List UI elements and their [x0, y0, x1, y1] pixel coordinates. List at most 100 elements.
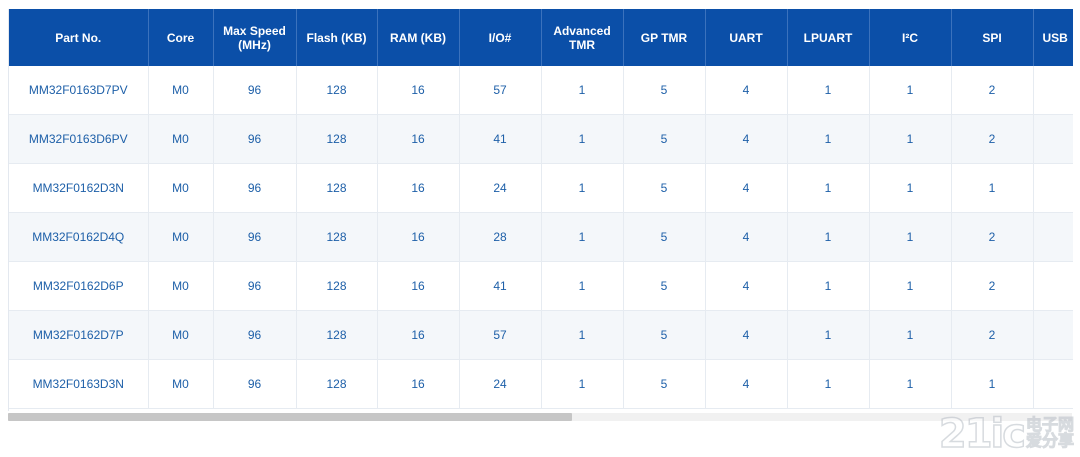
cell-spi: 2	[951, 115, 1033, 164]
cell-io: 24	[459, 164, 541, 213]
spec-table-viewport[interactable]: Part No. Core Max Speed (MHz) Flash (KB)…	[8, 9, 1073, 411]
cell-part-no: MM32F0162D4Q	[9, 213, 148, 262]
cell-spi: 1	[951, 360, 1033, 409]
cell-advanced-tmr: 1	[541, 360, 623, 409]
header-max-speed: Max Speed (MHz)	[213, 9, 296, 66]
cell-uart: 4	[705, 115, 787, 164]
cell-flash: 128	[296, 311, 377, 360]
cell-flash: 128	[296, 66, 377, 115]
cell-i2c: 1	[869, 262, 951, 311]
cell-usb	[1033, 115, 1073, 164]
site-watermark: 21ic 电子网 爱分享	[939, 414, 1074, 454]
cell-lpuart: 1	[787, 262, 869, 311]
cell-advanced-tmr: 1	[541, 262, 623, 311]
cell-part-no: MM32F0163D7PV	[9, 66, 148, 115]
cell-i2c: 1	[869, 311, 951, 360]
cell-max-speed: 96	[213, 66, 296, 115]
cell-lpuart: 1	[787, 311, 869, 360]
cell-core: M0	[148, 164, 213, 213]
cell-usb	[1033, 66, 1073, 115]
cell-max-speed: 96	[213, 262, 296, 311]
cell-i2c: 1	[869, 360, 951, 409]
cell-usb	[1033, 262, 1073, 311]
cell-usb	[1033, 360, 1073, 409]
header-uart: UART	[705, 9, 787, 66]
table-row: MM32F0162D3NM0961281624154111	[9, 164, 1073, 213]
cell-lpuart: 1	[787, 360, 869, 409]
table-row: MM32F0162D4QM0961281628154112	[9, 213, 1073, 262]
cell-usb	[1033, 311, 1073, 360]
cell-gp-tmr: 5	[623, 115, 705, 164]
cell-gp-tmr: 5	[623, 360, 705, 409]
cell-advanced-tmr: 1	[541, 164, 623, 213]
cell-ram: 16	[377, 213, 459, 262]
table-header-row: Part No. Core Max Speed (MHz) Flash (KB)…	[9, 9, 1073, 66]
cell-part-no: MM32F0163D3N	[9, 360, 148, 409]
cell-io: 57	[459, 66, 541, 115]
cell-ram: 16	[377, 311, 459, 360]
header-ram: RAM (KB)	[377, 9, 459, 66]
cell-lpuart: 1	[787, 66, 869, 115]
header-part-no: Part No.	[9, 9, 148, 66]
table-row: MM32F0163D7PVM0961281657154112	[9, 66, 1073, 115]
cell-advanced-tmr: 1	[541, 213, 623, 262]
cell-core: M0	[148, 213, 213, 262]
cell-ram: 16	[377, 360, 459, 409]
cell-flash: 128	[296, 164, 377, 213]
cell-gp-tmr: 5	[623, 262, 705, 311]
cell-part-no: MM32F0162D6P	[9, 262, 148, 311]
cell-max-speed: 96	[213, 360, 296, 409]
table-row: MM32F0163D3NM0961281624154111	[9, 360, 1073, 409]
cell-spi: 2	[951, 311, 1033, 360]
cell-advanced-tmr: 1	[541, 311, 623, 360]
header-i2c: I²C	[869, 9, 951, 66]
cell-gp-tmr: 5	[623, 213, 705, 262]
cell-ram: 16	[377, 262, 459, 311]
cell-uart: 4	[705, 164, 787, 213]
cell-max-speed: 96	[213, 115, 296, 164]
cell-usb	[1033, 213, 1073, 262]
cell-io: 41	[459, 262, 541, 311]
cell-flash: 128	[296, 262, 377, 311]
cell-core: M0	[148, 115, 213, 164]
cell-part-no: MM32F0162D3N	[9, 164, 148, 213]
cell-ram: 16	[377, 164, 459, 213]
cell-part-no: MM32F0163D6PV	[9, 115, 148, 164]
scrollbar-thumb[interactable]	[8, 413, 572, 421]
cell-io: 57	[459, 311, 541, 360]
cell-flash: 128	[296, 360, 377, 409]
cell-uart: 4	[705, 360, 787, 409]
header-gp-tmr: GP TMR	[623, 9, 705, 66]
cell-core: M0	[148, 360, 213, 409]
cell-uart: 4	[705, 213, 787, 262]
horizontal-scrollbar[interactable]	[8, 413, 1072, 421]
cell-advanced-tmr: 1	[541, 66, 623, 115]
cell-max-speed: 96	[213, 213, 296, 262]
cell-flash: 128	[296, 115, 377, 164]
cell-lpuart: 1	[787, 115, 869, 164]
cell-gp-tmr: 5	[623, 66, 705, 115]
cell-spi: 2	[951, 66, 1033, 115]
cell-core: M0	[148, 311, 213, 360]
cell-i2c: 1	[869, 66, 951, 115]
cell-spi: 2	[951, 262, 1033, 311]
cell-part-no: MM32F0162D7P	[9, 311, 148, 360]
header-core: Core	[148, 9, 213, 66]
table-row: MM32F0162D6PM0961281641154112	[9, 262, 1073, 311]
cell-ram: 16	[377, 66, 459, 115]
header-advanced-tmr: Advanced TMR	[541, 9, 623, 66]
cell-core: M0	[148, 262, 213, 311]
cell-io: 24	[459, 360, 541, 409]
cell-i2c: 1	[869, 115, 951, 164]
cell-lpuart: 1	[787, 164, 869, 213]
header-flash: Flash (KB)	[296, 9, 377, 66]
watermark-logo: 21ic	[939, 414, 1024, 454]
product-spec-table: Part No. Core Max Speed (MHz) Flash (KB)…	[9, 9, 1073, 409]
table-row: MM32F0162D7PM0961281657154112	[9, 311, 1073, 360]
cell-uart: 4	[705, 262, 787, 311]
header-spi: SPI	[951, 9, 1033, 66]
cell-spi: 1	[951, 164, 1033, 213]
cell-core: M0	[148, 66, 213, 115]
cell-max-speed: 96	[213, 311, 296, 360]
header-usb: USB	[1033, 9, 1073, 66]
